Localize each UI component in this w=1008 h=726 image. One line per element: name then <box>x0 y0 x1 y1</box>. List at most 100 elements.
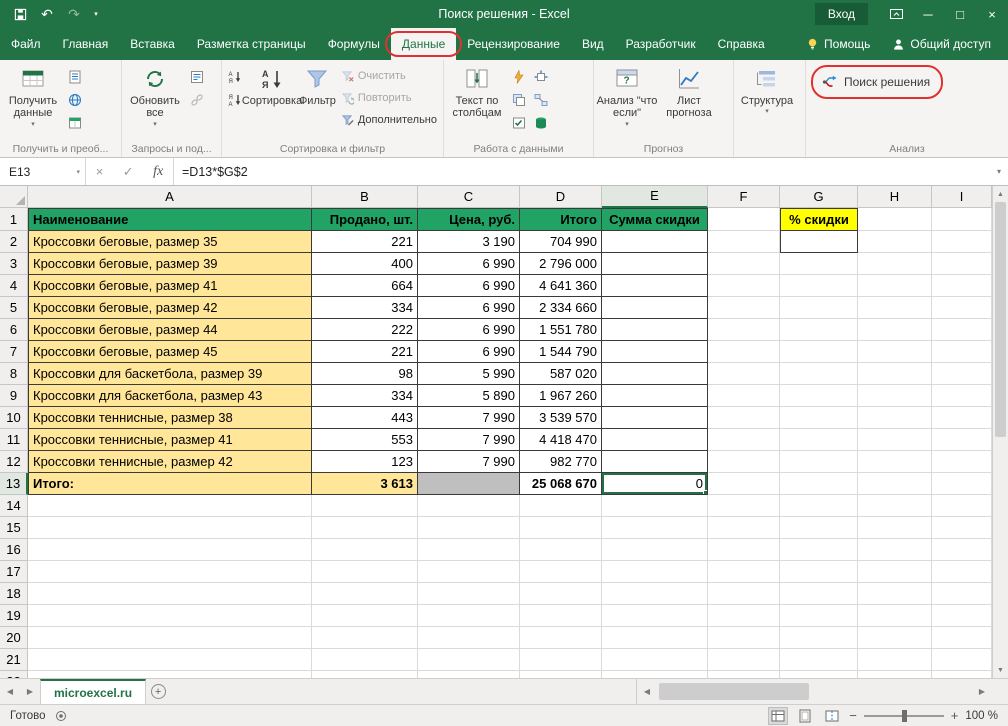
remove-duplicates-icon[interactable] <box>508 90 530 110</box>
row-header-20[interactable]: 20 <box>0 627 28 649</box>
cell-I14[interactable] <box>932 495 992 517</box>
row-header-11[interactable]: 11 <box>0 429 28 451</box>
row-header-10[interactable]: 10 <box>0 407 28 429</box>
sheet-tab-active[interactable]: microexcel.ru <box>40 679 146 704</box>
minimize-button[interactable]: ─ <box>912 0 944 28</box>
cell-G1[interactable]: % скидки <box>780 208 858 231</box>
cell-I4[interactable] <box>932 275 992 297</box>
cell-A2[interactable]: Кроссовки беговые, размер 35 <box>28 231 312 253</box>
cell-B5[interactable]: 334 <box>312 297 418 319</box>
cell-C3[interactable]: 6 990 <box>418 253 520 275</box>
qat-customize-icon[interactable]: ▾ <box>89 2 103 26</box>
cell-G15[interactable] <box>780 517 858 539</box>
cell-E8[interactable] <box>602 363 708 385</box>
cell-H6[interactable] <box>858 319 932 341</box>
cell-B16[interactable] <box>312 539 418 561</box>
cell-I18[interactable] <box>932 583 992 605</box>
cell-G18[interactable] <box>780 583 858 605</box>
column-header-I[interactable]: I <box>932 186 992 208</box>
cell-F2[interactable] <box>708 231 780 253</box>
cell-C21[interactable] <box>418 649 520 671</box>
cell-E12[interactable] <box>602 451 708 473</box>
cell-A19[interactable] <box>28 605 312 627</box>
macro-record-icon[interactable] <box>55 710 67 722</box>
cell-I22[interactable] <box>932 671 992 678</box>
forecast-sheet-button[interactable]: Лист прогноза <box>658 62 720 120</box>
row-header-22[interactable]: 22 <box>0 671 28 678</box>
fill-handle[interactable] <box>703 490 708 495</box>
connection-properties-icon[interactable] <box>186 67 208 87</box>
cell-H17[interactable] <box>858 561 932 583</box>
cell-D9[interactable]: 1 967 260 <box>520 385 602 407</box>
cell-I5[interactable] <box>932 297 992 319</box>
from-table-range-icon[interactable] <box>64 113 86 133</box>
row-header-6[interactable]: 6 <box>0 319 28 341</box>
row-header-8[interactable]: 8 <box>0 363 28 385</box>
vscroll-up-icon[interactable]: ▲ <box>993 186 1008 202</box>
cell-B13[interactable]: 3 613 <box>312 473 418 495</box>
cell-C18[interactable] <box>418 583 520 605</box>
cell-A16[interactable] <box>28 539 312 561</box>
cell-D4[interactable]: 4 641 360 <box>520 275 602 297</box>
cell-D2[interactable]: 704 990 <box>520 231 602 253</box>
from-web-icon[interactable] <box>64 90 86 110</box>
cell-G12[interactable] <box>780 451 858 473</box>
formula-input[interactable]: =D13*$G$2 <box>174 158 990 185</box>
cell-E16[interactable] <box>602 539 708 561</box>
cell-D22[interactable] <box>520 671 602 678</box>
cell-G3[interactable] <box>780 253 858 275</box>
get-data-button[interactable]: Получить данные ▾ <box>2 62 64 128</box>
cell-E15[interactable] <box>602 517 708 539</box>
cell-H11[interactable] <box>858 429 932 451</box>
advanced-filter-button[interactable]: Дополнительно <box>337 110 441 130</box>
cell-B11[interactable]: 553 <box>312 429 418 451</box>
vscroll-thumb[interactable] <box>995 202 1006 437</box>
cell-D7[interactable]: 1 544 790 <box>520 341 602 363</box>
text-to-columns-button[interactable]: Текст по столбцам <box>446 62 508 120</box>
cell-H8[interactable] <box>858 363 932 385</box>
row-header-14[interactable]: 14 <box>0 495 28 517</box>
manage-data-model-icon[interactable] <box>530 113 552 133</box>
ribbon-tab-0[interactable]: Файл <box>0 28 52 60</box>
cell-D10[interactable]: 3 539 570 <box>520 407 602 429</box>
cell-H13[interactable] <box>858 473 932 495</box>
cell-E11[interactable] <box>602 429 708 451</box>
cell-B8[interactable]: 98 <box>312 363 418 385</box>
row-header-15[interactable]: 15 <box>0 517 28 539</box>
cell-F18[interactable] <box>708 583 780 605</box>
cell-E22[interactable] <box>602 671 708 678</box>
normal-view-button[interactable] <box>768 707 788 725</box>
sort-button[interactable]: А Я Сортировка <box>246 62 298 107</box>
cell-I3[interactable] <box>932 253 992 275</box>
cell-A6[interactable]: Кроссовки беговые, размер 44 <box>28 319 312 341</box>
cell-F5[interactable] <box>708 297 780 319</box>
cell-F7[interactable] <box>708 341 780 363</box>
cell-A8[interactable]: Кроссовки для баскетбола, размер 39 <box>28 363 312 385</box>
cell-C1[interactable]: Цена, руб. <box>418 208 520 231</box>
cell-B3[interactable]: 400 <box>312 253 418 275</box>
cell-E9[interactable] <box>602 385 708 407</box>
cell-I2[interactable] <box>932 231 992 253</box>
cell-G11[interactable] <box>780 429 858 451</box>
cell-F13[interactable] <box>708 473 780 495</box>
cell-H22[interactable] <box>858 671 932 678</box>
cell-I9[interactable] <box>932 385 992 407</box>
cell-A5[interactable]: Кроссовки беговые, размер 42 <box>28 297 312 319</box>
cell-H3[interactable] <box>858 253 932 275</box>
sort-ascending-icon[interactable]: АЯ <box>224 67 246 87</box>
cell-G4[interactable] <box>780 275 858 297</box>
cell-H7[interactable] <box>858 341 932 363</box>
redo-icon[interactable]: ↷ <box>62 2 86 26</box>
new-sheet-button[interactable]: + <box>146 679 170 704</box>
cell-D12[interactable]: 982 770 <box>520 451 602 473</box>
cell-G13[interactable] <box>780 473 858 495</box>
cell-E3[interactable] <box>602 253 708 275</box>
hscroll-right-icon[interactable]: ▶ <box>972 687 992 696</box>
cell-B1[interactable]: Продано, шт. <box>312 208 418 231</box>
column-header-H[interactable]: H <box>858 186 932 208</box>
cell-H9[interactable] <box>858 385 932 407</box>
cell-H12[interactable] <box>858 451 932 473</box>
cell-B19[interactable] <box>312 605 418 627</box>
cell-F19[interactable] <box>708 605 780 627</box>
cell-H19[interactable] <box>858 605 932 627</box>
